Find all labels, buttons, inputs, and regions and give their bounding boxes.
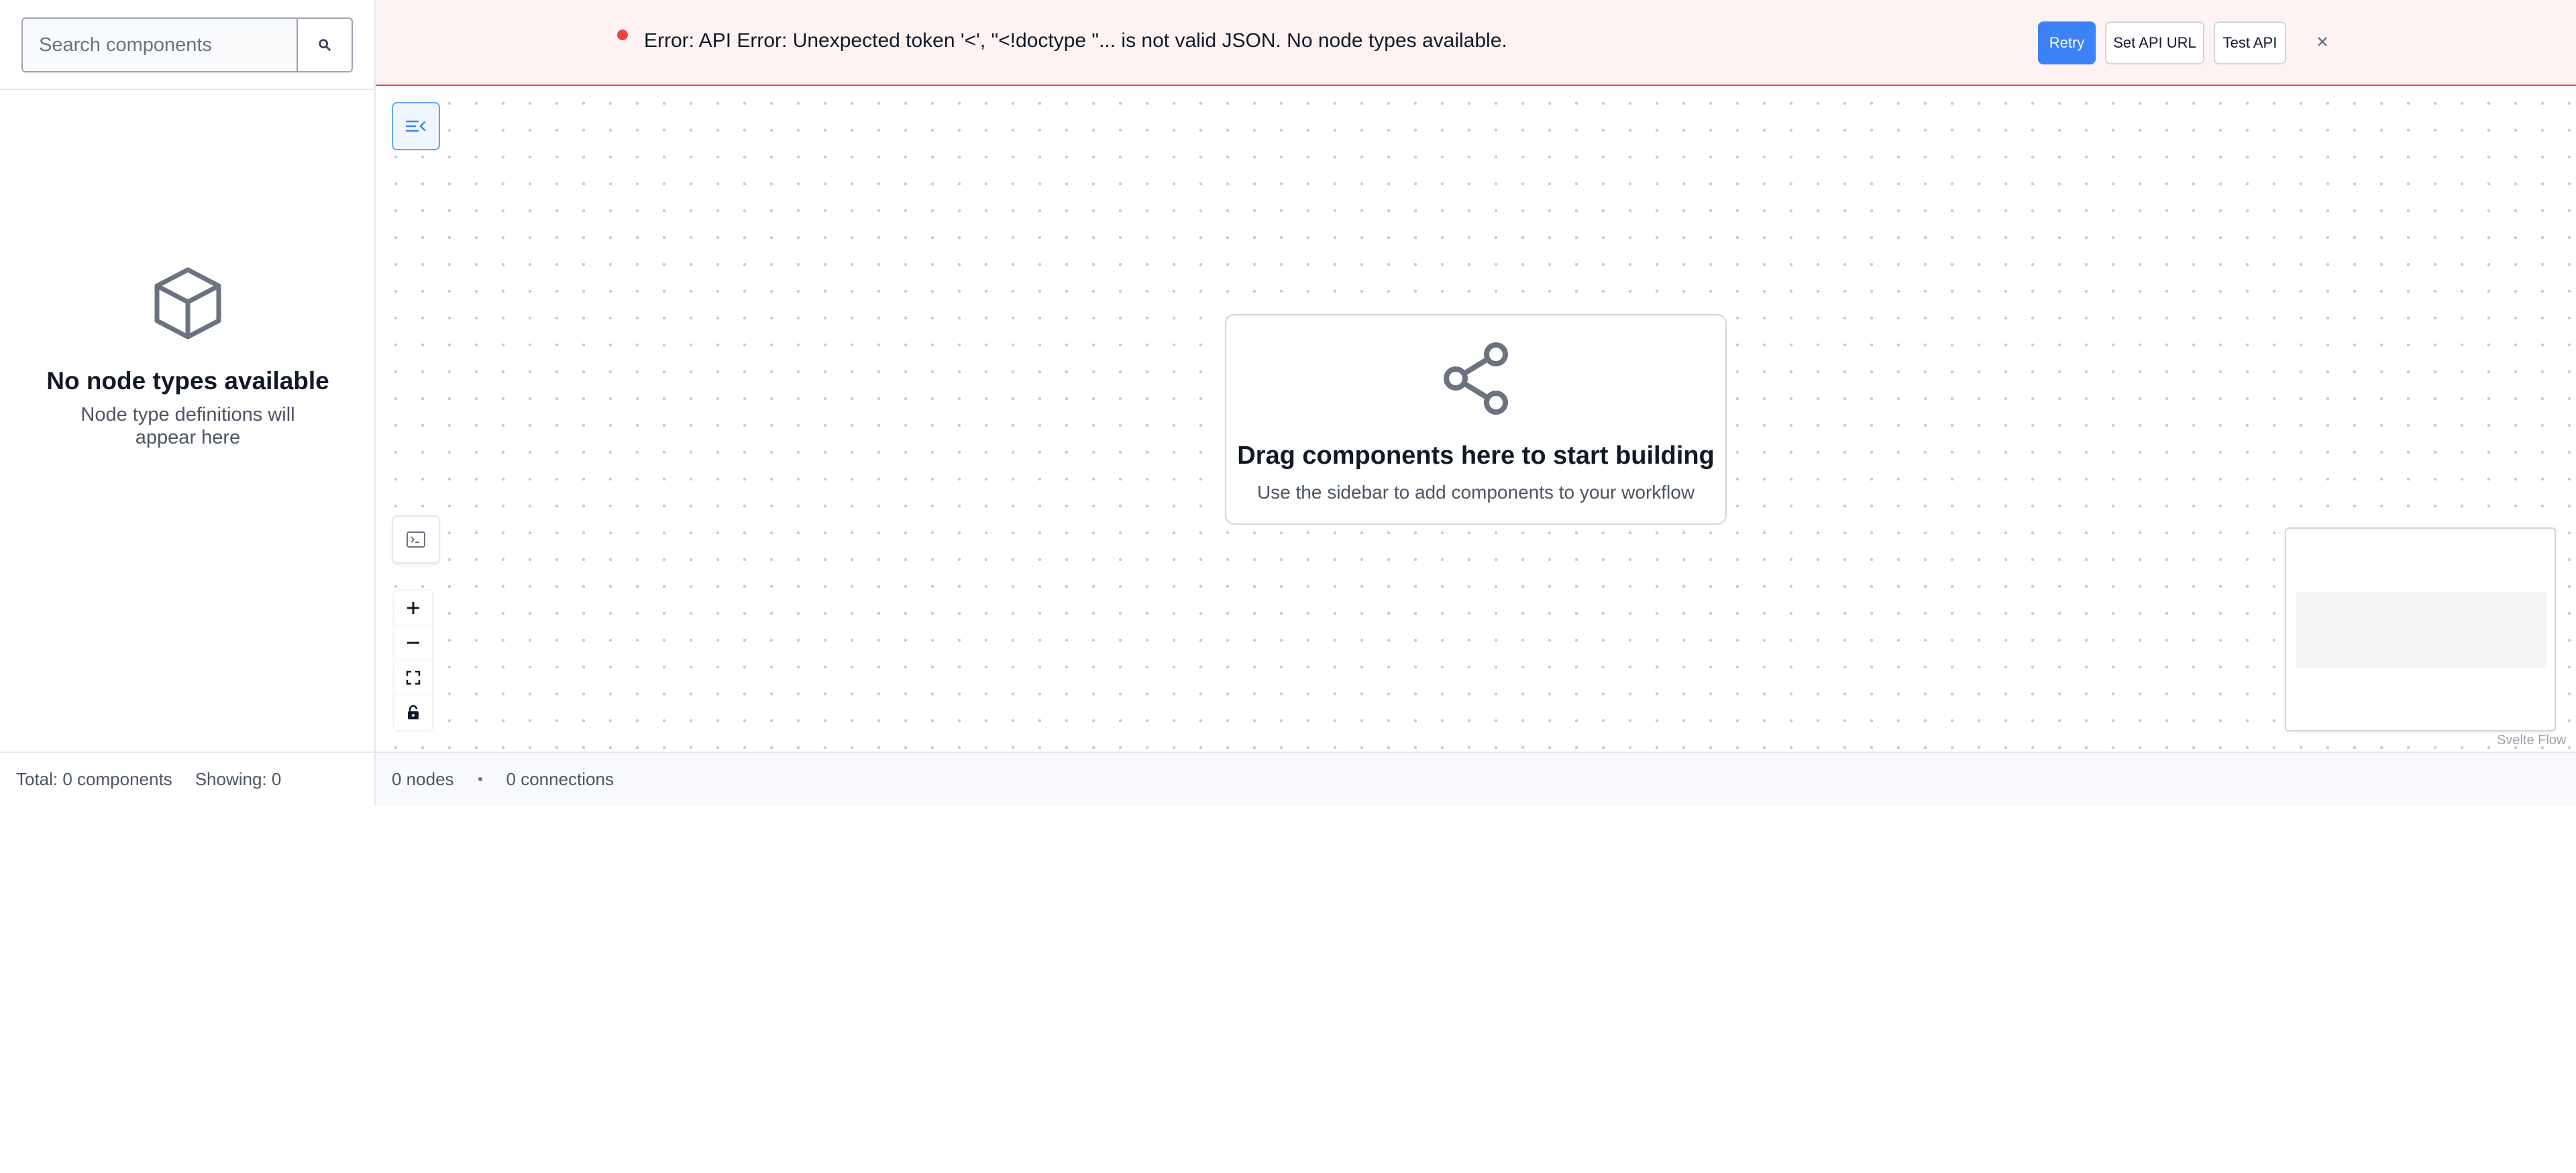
empty-state: No node types available Node type defini… (0, 266, 376, 449)
zoom-out-button[interactable] (394, 625, 432, 660)
sidebar-divider (0, 89, 376, 90)
fit-view-icon (406, 670, 421, 684)
zoom-in-button[interactable] (394, 591, 432, 625)
search-input[interactable] (21, 17, 297, 72)
plus-icon (407, 601, 419, 614)
status-bar: 0 nodes 0 connections (376, 752, 2576, 805)
svelte-flow-attribution[interactable]: Svelte Flow (2497, 733, 2566, 748)
collapse-sidebar-icon (405, 120, 426, 132)
empty-state-title: No node types available (46, 367, 329, 395)
toggle-sidebar-button[interactable] (392, 102, 440, 150)
error-banner: Error: API Error: Unexpected token '<', … (376, 0, 2576, 86)
empty-state-subtitle: Node type definitions will appear here (80, 404, 295, 448)
lock-icon (408, 705, 419, 719)
terminal-icon (407, 531, 425, 548)
total-count: Total: 0 components (16, 768, 172, 789)
close-banner-button[interactable] (2308, 27, 2337, 56)
console-toggle-button[interactable] (392, 515, 440, 564)
close-icon (2318, 37, 2327, 46)
set-api-url-button[interactable]: Set API URL (2105, 21, 2204, 64)
search-button[interactable] (297, 17, 353, 72)
retry-button[interactable]: Retry (2038, 21, 2096, 64)
cube-icon (154, 267, 221, 340)
node-count: 0 nodes (392, 768, 454, 789)
minimap-viewport[interactable] (2296, 592, 2546, 668)
sidebar-footer: Total: 0 components Showing: 0 (0, 752, 376, 805)
empty-canvas-subtitle: Use the sidebar to add components to you… (1256, 482, 1695, 503)
search-icon (319, 39, 331, 52)
flow-controls (394, 591, 432, 730)
lock-button[interactable] (394, 695, 432, 730)
error-message: Error: API Error: Unexpected token '<', … (644, 30, 1507, 52)
error-indicator-icon (617, 30, 628, 40)
showing-count: Showing: 0 (195, 768, 282, 789)
minus-icon (407, 642, 419, 644)
component-sidebar: No node types available Node type defini… (0, 0, 376, 805)
search-bar (21, 17, 353, 72)
share-icon (1444, 342, 1508, 415)
test-api-button[interactable]: Test API (2214, 21, 2286, 64)
minimap[interactable] (2285, 527, 2556, 731)
connection-count: 0 connections (506, 768, 614, 789)
status-separator (478, 777, 482, 781)
empty-canvas-card: Drag components here to start building U… (1225, 314, 1727, 525)
fit-view-button[interactable] (394, 660, 432, 695)
empty-canvas-title: Drag components here to start building (1237, 442, 1715, 470)
